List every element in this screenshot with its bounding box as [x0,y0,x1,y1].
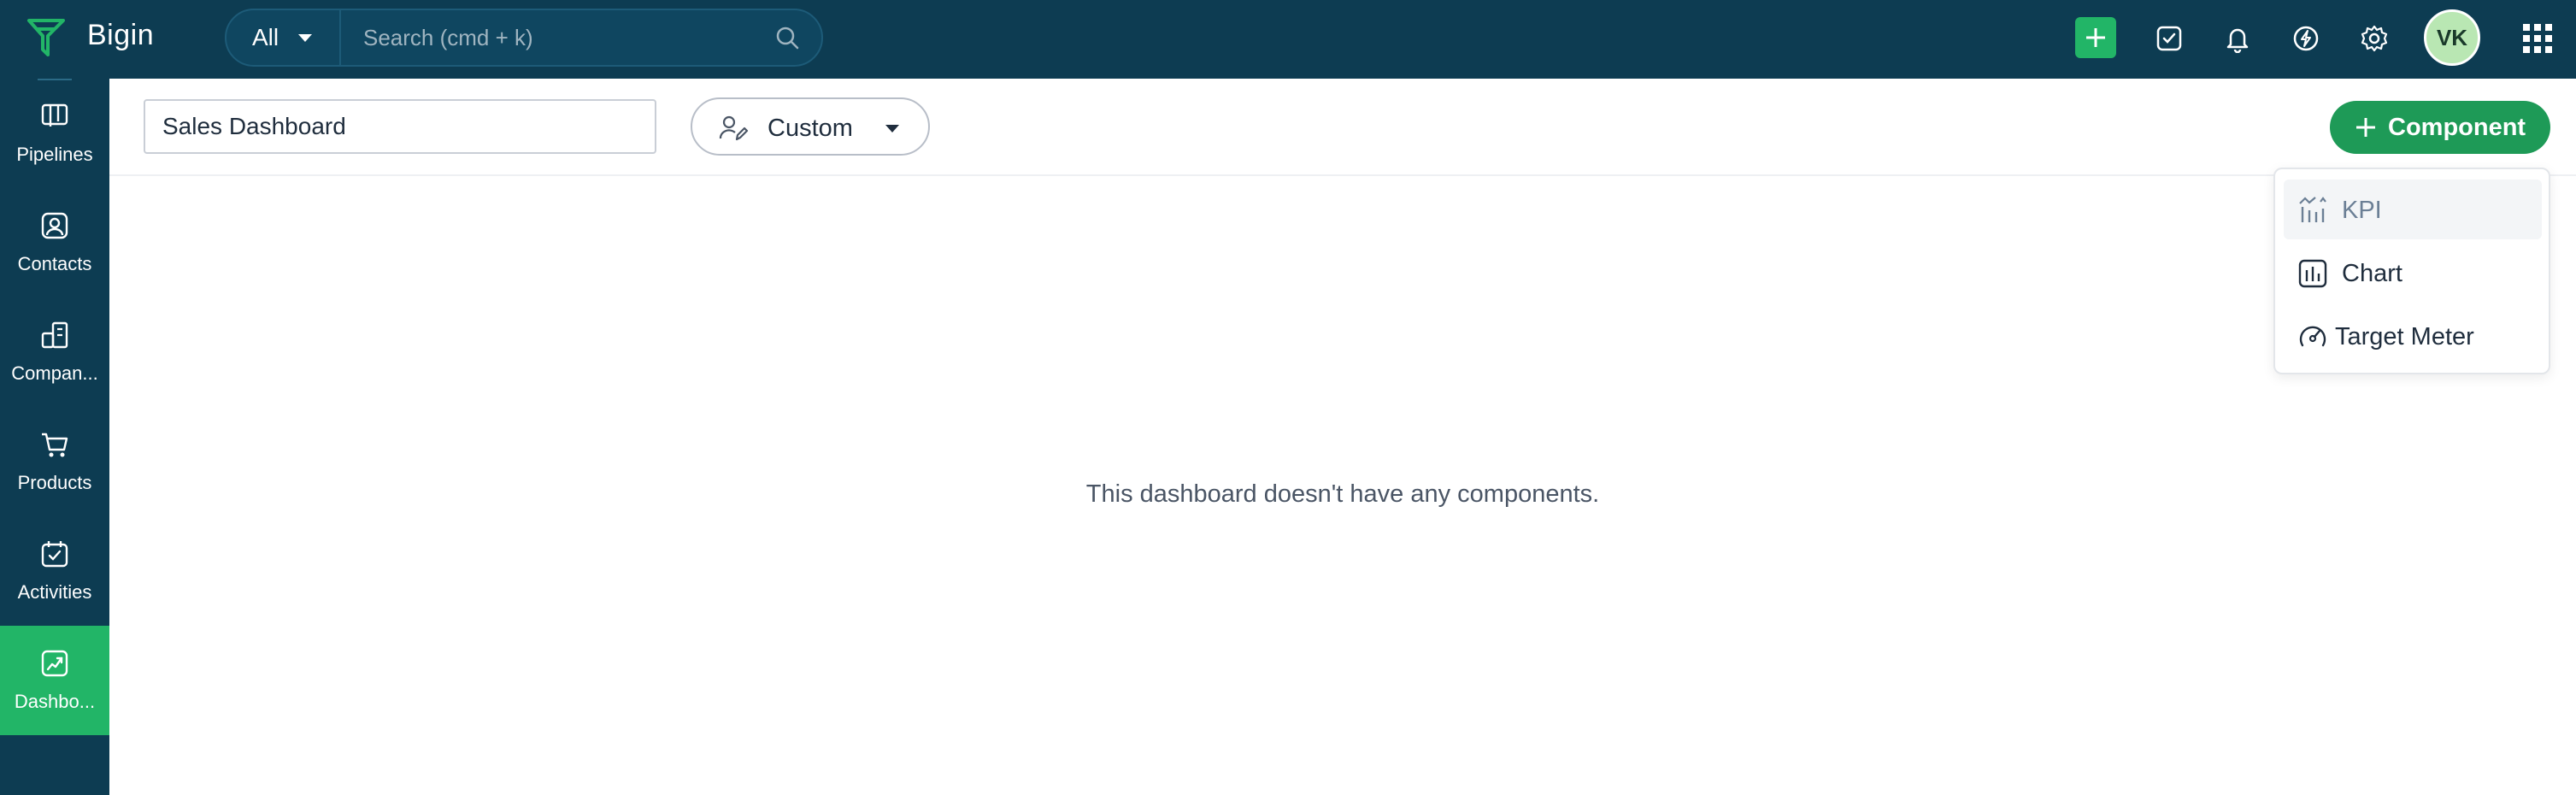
contacts-icon [41,212,68,239]
automation-button[interactable] [2287,20,2325,57]
quick-create-button[interactable] [2075,17,2116,58]
component-type-menu: KPI Chart Target Meter [2273,168,2550,374]
menu-item-label: Chart [2342,260,2403,287]
tasks-button[interactable] [2150,20,2188,57]
top-bar: Bigin All Search (cmd + k) VK [0,0,2576,79]
sidebar-item-label: Activities [17,581,92,603]
companies-icon [41,321,68,349]
search-icon[interactable] [773,24,801,51]
chevron-down-icon [885,125,899,132]
add-component-label: Component [2388,114,2526,141]
sidebar-item-products[interactable]: Products [0,407,109,516]
menu-item-label: KPI [2342,197,2382,224]
dashboard-type-label: Custom [768,115,853,142]
sidebar-item-label: Dashbo... [14,691,96,712]
task-check-icon [2156,26,2182,51]
main-content: Custom Component This dashboard doesn't … [109,79,2576,795]
users-edit-icon [719,115,749,141]
target-meter-icon [2299,326,2326,347]
pipelines-icon [41,103,68,127]
user-avatar[interactable]: VK [2424,9,2480,66]
sidebar-item-companies[interactable]: Compan... [0,297,109,407]
plus-icon [2356,118,2375,137]
plus-icon [2086,28,2105,47]
dashboard-type-dropdown[interactable]: Custom [691,97,930,156]
lightning-icon [2293,26,2319,51]
search-scope-label: All [252,24,279,50]
dashboard-header: Custom Component [109,79,2576,176]
sidebar: Pipelines Contacts Compan... Products Ac… [0,79,109,795]
menu-item-target-meter[interactable]: Target Meter [2284,306,2542,366]
gear-icon [2361,25,2388,52]
apps-grid-icon[interactable] [2523,24,2552,53]
global-search: All [225,9,823,67]
chevron-down-icon [298,34,312,42]
bigin-logo-icon[interactable] [26,15,67,60]
sidebar-item-pipelines[interactable]: Pipelines [0,79,109,188]
search-scope-dropdown[interactable]: All [226,10,341,65]
search-input[interactable] [363,10,765,65]
sidebar-item-label: Products [17,472,92,493]
sidebar-item-dashboards[interactable]: Dashbo... [0,626,109,735]
activities-icon [41,541,68,568]
dashboard-title-input[interactable] [144,99,656,154]
chart-icon [2298,259,2327,288]
products-icon [42,433,68,457]
sidebar-item-label: Compan... [11,362,98,384]
dashboards-icon [41,650,68,677]
sidebar-item-activities[interactable]: Activities [0,516,109,626]
sidebar-item-contacts[interactable]: Contacts [0,188,109,297]
bell-icon [2226,28,2249,53]
add-component-button[interactable]: Component [2330,101,2550,154]
notifications-button[interactable] [2219,20,2256,57]
menu-item-kpi[interactable]: KPI [2284,180,2542,239]
menu-item-label: Target Meter [2335,323,2474,350]
empty-state-message: This dashboard doesn't have any componen… [1085,480,1600,508]
sidebar-item-label: Pipelines [16,144,93,165]
kpi-icon [2299,197,2326,222]
settings-button[interactable] [2355,20,2393,57]
app-name[interactable]: Bigin [87,19,154,52]
menu-item-chart[interactable]: Chart [2284,243,2542,303]
sidebar-item-label: Contacts [17,253,92,274]
